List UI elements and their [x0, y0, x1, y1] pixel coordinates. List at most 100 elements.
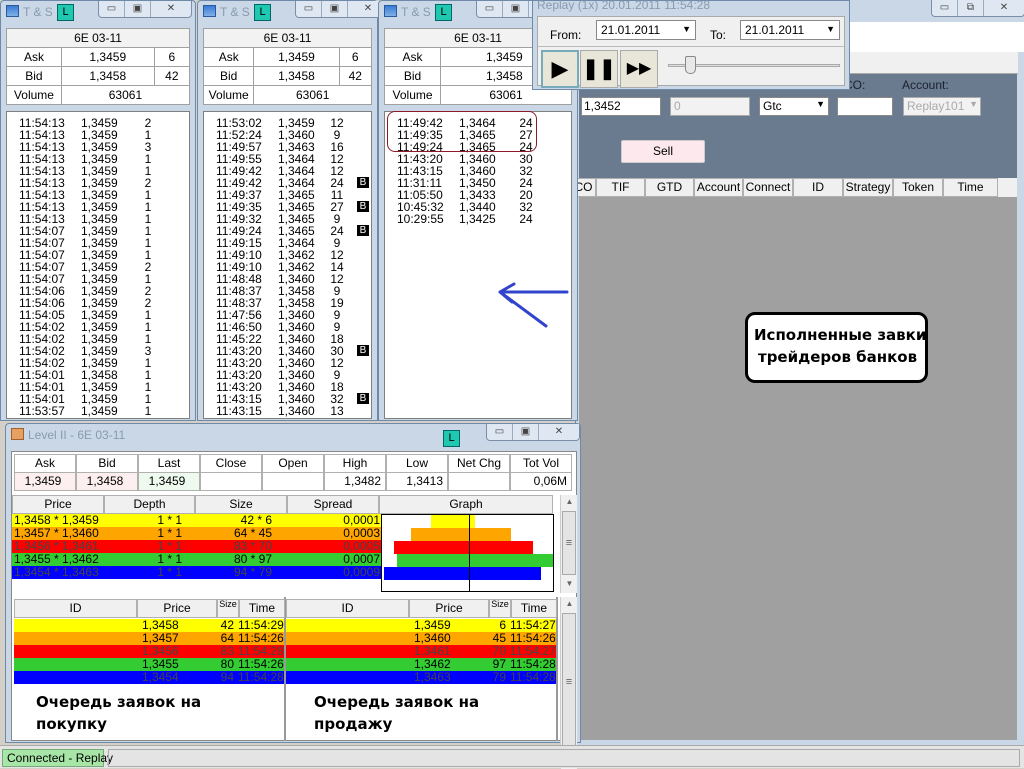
queue-row[interactable]: 1,3456 83 11:54:28 [14, 645, 284, 658]
close-icon[interactable]: ✕ [151, 1, 191, 17]
quantity-stepper[interactable]: 0 [670, 97, 750, 116]
from-date-picker[interactable]: 21.01.2011 ▼ [596, 20, 696, 40]
queue-row[interactable]: 1,3454 94 11:54:28 [14, 671, 284, 684]
close-icon[interactable]: ✕ [539, 424, 579, 440]
scrollbar-thumb[interactable]: ≡ [562, 613, 576, 751]
orders-column-header[interactable]: Account [694, 178, 743, 197]
graph-bar-bid [431, 515, 469, 528]
queue-column-header[interactable]: Size [217, 599, 239, 618]
pause-button[interactable]: ❚❚ [580, 50, 618, 88]
scroll-up-icon[interactable]: ▲ [561, 497, 578, 506]
queue-column-header[interactable]: Time [239, 599, 285, 618]
queue-price: 1,3461 [414, 645, 451, 658]
queue-row[interactable]: 1,3455 80 11:54:26 [14, 658, 284, 671]
fast-forward-button[interactable]: ▶▶ [620, 50, 658, 88]
scrollbar[interactable]: ▲ ≡ ▼ [560, 495, 577, 593]
graph-bar-bid [384, 567, 469, 580]
from-label: From: [550, 28, 582, 42]
replay-title: Replay (1x) 20.01.2011 11:54:28 [537, 0, 711, 12]
buy-queue: ID Price Size Time 1,3458 42 11:54:29 1,3457 64 1… [14, 597, 286, 741]
ask-label: Ask [383, 47, 442, 67]
link-badge[interactable]: L [443, 430, 460, 447]
depth-column-header[interactable]: Price [12, 495, 104, 514]
restore-icon[interactable]: ⧉ [958, 0, 984, 16]
summary-value [262, 472, 324, 491]
scroll-up-icon[interactable]: ▲ [561, 599, 578, 608]
orders-table-header: CO TIF GTD Account Connect ID Strategy Token Tim… [571, 178, 1017, 197]
orders-column-header[interactable]: ID [793, 178, 843, 197]
minimize-icon[interactable]: ▭ [296, 1, 322, 17]
depth-column-header[interactable]: Graph [379, 495, 553, 514]
depth-depth: 1 * 1 [157, 565, 182, 579]
depth-column-header[interactable]: Size [195, 495, 287, 514]
queue-time: 11:54:26 [238, 658, 284, 671]
minimize-icon[interactable]: ▭ [477, 1, 503, 17]
depth-row[interactable]: 1,3454 * 1,3463 1 * 1 94 * 79 0,0009 [12, 566, 381, 579]
queue-row[interactable]: 1,3459 6 11:54:27 [286, 619, 556, 632]
orders-table-body [579, 197, 1017, 740]
summary-header: Bid [76, 454, 138, 473]
scrollbar-thumb[interactable]: ≡ [562, 511, 576, 575]
queue-column-header[interactable]: ID [14, 599, 137, 618]
queue-column-header[interactable]: ID [286, 599, 409, 618]
orders-column-header[interactable]: Strategy [843, 178, 893, 197]
depth-column-header[interactable]: Depth [104, 495, 195, 514]
play-button[interactable]: ▶ [541, 50, 579, 88]
close-icon[interactable]: ✕ [984, 0, 1024, 16]
queue-row[interactable]: 1,3457 64 11:54:26 [14, 632, 284, 645]
queue-price: 1,3456 [142, 645, 179, 658]
scroll-down-icon[interactable]: ▼ [561, 579, 578, 588]
queue-time: 11:54:28 [238, 645, 284, 658]
queue-row[interactable]: 1,3463 79 11:54:28 [286, 671, 556, 684]
tif-dropdown[interactable]: Gtc ▼ [759, 97, 829, 116]
callout-line-2: трейдеров банков [758, 348, 918, 366]
queue-row[interactable]: 1,3461 70 11:54:27 [286, 645, 556, 658]
summary-header: Tot Vol [510, 454, 572, 473]
queue-size: 94 [220, 671, 234, 684]
trade-time: 10:29:55 [397, 212, 444, 226]
maximize-icon[interactable]: ▣ [125, 1, 151, 17]
scrollbar[interactable]: ▲≡▼ [560, 597, 577, 769]
summary-header: Open [262, 454, 324, 473]
orders-column-header[interactable]: GTD [645, 178, 694, 197]
minimize-icon[interactable]: ▭ [99, 1, 125, 17]
price-stepper[interactable]: 1,3452 [581, 97, 661, 116]
summary-value: 1,3459 [14, 472, 76, 491]
maximize-icon[interactable]: ▣ [513, 424, 539, 440]
queue-size: 83 [220, 645, 234, 658]
queue-row[interactable]: 1,3460 45 11:54:26 [286, 632, 556, 645]
maximize-icon[interactable]: ▣ [503, 1, 529, 17]
queue-column-header[interactable]: Price [137, 599, 217, 618]
orders-column-header[interactable]: Connect [743, 178, 793, 197]
trades-list[interactable]: 11:53:02 1,3459 12 11:52:24 1,3460 9 11:49:57 1… [203, 111, 372, 419]
speed-slider-thumb[interactable] [685, 56, 697, 74]
trade-row: 10:29:55 1,3425 24 [385, 213, 573, 225]
depth-column-header[interactable]: Spread [287, 495, 379, 514]
queue-row[interactable]: 1,3458 42 11:54:29 [14, 619, 284, 632]
account-dropdown[interactable]: Replay101 ▼ [903, 97, 981, 116]
queue-row[interactable]: 1,3462 97 11:54:28 [286, 658, 556, 671]
link-badge[interactable]: L [254, 4, 271, 21]
arrow-annotation [498, 282, 569, 328]
queue-column-header[interactable]: Size [489, 599, 511, 618]
orders-column-header[interactable]: Time [943, 178, 998, 197]
oco-input[interactable] [837, 97, 893, 116]
orders-column-header[interactable]: Token [893, 178, 943, 197]
queue-time: 11:54:28 [510, 658, 556, 671]
grid-icon [384, 5, 397, 17]
to-date-picker[interactable]: 21.01.2011 ▼ [740, 20, 840, 40]
link-badge[interactable]: L [435, 4, 452, 21]
maximize-icon[interactable]: ▣ [322, 1, 348, 17]
window-controls: ▭▣✕ [486, 424, 580, 441]
link-badge[interactable]: L [57, 4, 74, 21]
graph-bar-ask [470, 554, 553, 567]
trades-list[interactable]: 11:49:42 1,3464 24 11:49:35 1,3465 27 11:49:24… [384, 111, 572, 419]
queue-column-header[interactable]: Price [409, 599, 489, 618]
orders-column-header[interactable]: TIF [596, 178, 645, 197]
sell-button[interactable]: Sell [621, 140, 705, 163]
summary-value [200, 472, 262, 491]
queue-column-header[interactable]: Time [511, 599, 557, 618]
minimize-icon[interactable]: ▭ [487, 424, 513, 440]
trades-list[interactable]: 11:54:13 1,3459 2 11:54:13 1,3459 1 11:54:13 1,… [6, 111, 190, 419]
minimize-icon[interactable]: ▭ [932, 0, 958, 16]
